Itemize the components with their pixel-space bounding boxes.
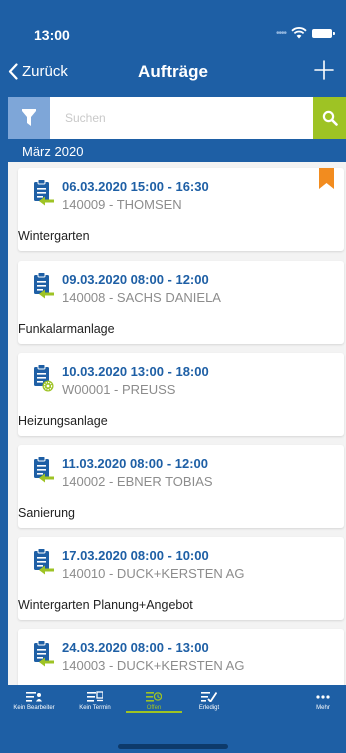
order-date-time: 17.03.2020 08:00 - 10:00 (62, 548, 209, 563)
tab-kein-termin[interactable]: Kein Termin (68, 685, 122, 711)
clipboard-arrow-icon (34, 548, 54, 575)
clipboard-arrow-icon (34, 179, 54, 206)
order-card[interactable]: 11.03.2020 08:00 - 12:00 140002 - EBNER … (18, 445, 344, 528)
order-date-time: 24.03.2020 08:00 - 13:00 (62, 640, 209, 655)
search-input[interactable] (50, 97, 313, 139)
status-time: 13:00 (34, 27, 70, 43)
active-tab-indicator (126, 711, 182, 713)
order-list: 06.03.2020 15:00 - 16:30 140009 - THOMSE… (8, 162, 346, 685)
order-customer: W00001 - PREUSS (62, 382, 176, 397)
search-button[interactable] (313, 97, 346, 139)
order-customer: 140002 - EBNER TOBIAS (62, 474, 213, 489)
bookmark-flag-icon (319, 168, 334, 189)
list-check-icon (201, 691, 217, 702)
tab-label: Erledigt (198, 705, 220, 711)
wifi-icon (291, 27, 307, 39)
filter-icon (22, 109, 36, 126)
back-label: Zurück (22, 63, 68, 80)
clipboard-gear-icon (34, 364, 54, 392)
clipboard-arrow-icon (34, 456, 54, 483)
clipboard-arrow-icon (34, 640, 54, 667)
order-title: Funkalarmanlage (18, 322, 115, 336)
tab-mehr[interactable]: Mehr (298, 685, 346, 711)
order-date-time: 10.03.2020 13:00 - 18:00 (62, 364, 209, 379)
tab-erledigt[interactable]: Erledigt (186, 685, 232, 711)
search-icon (322, 110, 338, 126)
more-icon (316, 691, 330, 702)
order-card[interactable]: 24.03.2020 08:00 - 13:00 140003 - DUCK+K… (18, 629, 344, 685)
clipboard-arrow-icon (34, 272, 54, 299)
list-person-icon (26, 691, 42, 702)
order-customer: 140009 - THOMSEN (62, 197, 182, 212)
order-card[interactable]: 10.03.2020 13:00 - 18:00 W00001 - PREUSS… (18, 353, 344, 436)
order-customer: 140008 - SACHS DANIELA (62, 290, 221, 305)
order-customer: 140003 - DUCK+KERSTEN AG (62, 658, 245, 673)
list-clock-icon (146, 691, 162, 702)
order-title: Wintergarten Planung+Angebot (18, 598, 193, 612)
back-button[interactable]: Zurück (8, 63, 68, 80)
order-card[interactable]: 06.03.2020 15:00 - 16:30 140009 - THOMSE… (18, 168, 344, 251)
tab-offen[interactable]: Offen (126, 685, 182, 711)
status-bar: 13:00 •••• (0, 0, 346, 50)
tab-label: Mehr (316, 705, 330, 711)
status-icons: •••• (275, 27, 335, 39)
order-title: Wintergarten (18, 229, 90, 243)
order-title: Sanierung (18, 506, 75, 520)
tab-kein-bearbeiter[interactable]: Kein Bearbeiter (2, 685, 66, 711)
order-date-time: 06.03.2020 15:00 - 16:30 (62, 179, 209, 194)
tab-label: Kein Bearbeiter (13, 705, 55, 711)
order-card[interactable]: 09.03.2020 08:00 - 12:00 140008 - SACHS … (18, 261, 344, 344)
home-indicator[interactable] (118, 744, 228, 749)
list-calendar-icon (87, 691, 103, 702)
filter-button[interactable] (8, 97, 50, 139)
add-order-button[interactable] (313, 59, 335, 81)
order-date-time: 11.03.2020 08:00 - 12:00 (62, 456, 209, 471)
battery-icon (312, 28, 335, 38)
tab-bar: Kein Bearbeiter Kein Termin Offen Erledi… (0, 685, 346, 753)
section-header-month: März 2020 (8, 141, 346, 162)
order-title: Heizungsanlage (18, 414, 108, 428)
order-card[interactable]: 17.03.2020 08:00 - 10:00 140010 - DUCK+K… (18, 537, 344, 620)
chevron-left-icon (8, 63, 18, 80)
search-bar (8, 97, 346, 139)
tab-label: Kein Termin (79, 705, 111, 711)
navigation-bar: Zurück Aufträge (0, 50, 346, 95)
order-customer: 140010 - DUCK+KERSTEN AG (62, 566, 245, 581)
signal-icon: •••• (275, 27, 287, 39)
order-date-time: 09.03.2020 08:00 - 12:00 (62, 272, 209, 287)
